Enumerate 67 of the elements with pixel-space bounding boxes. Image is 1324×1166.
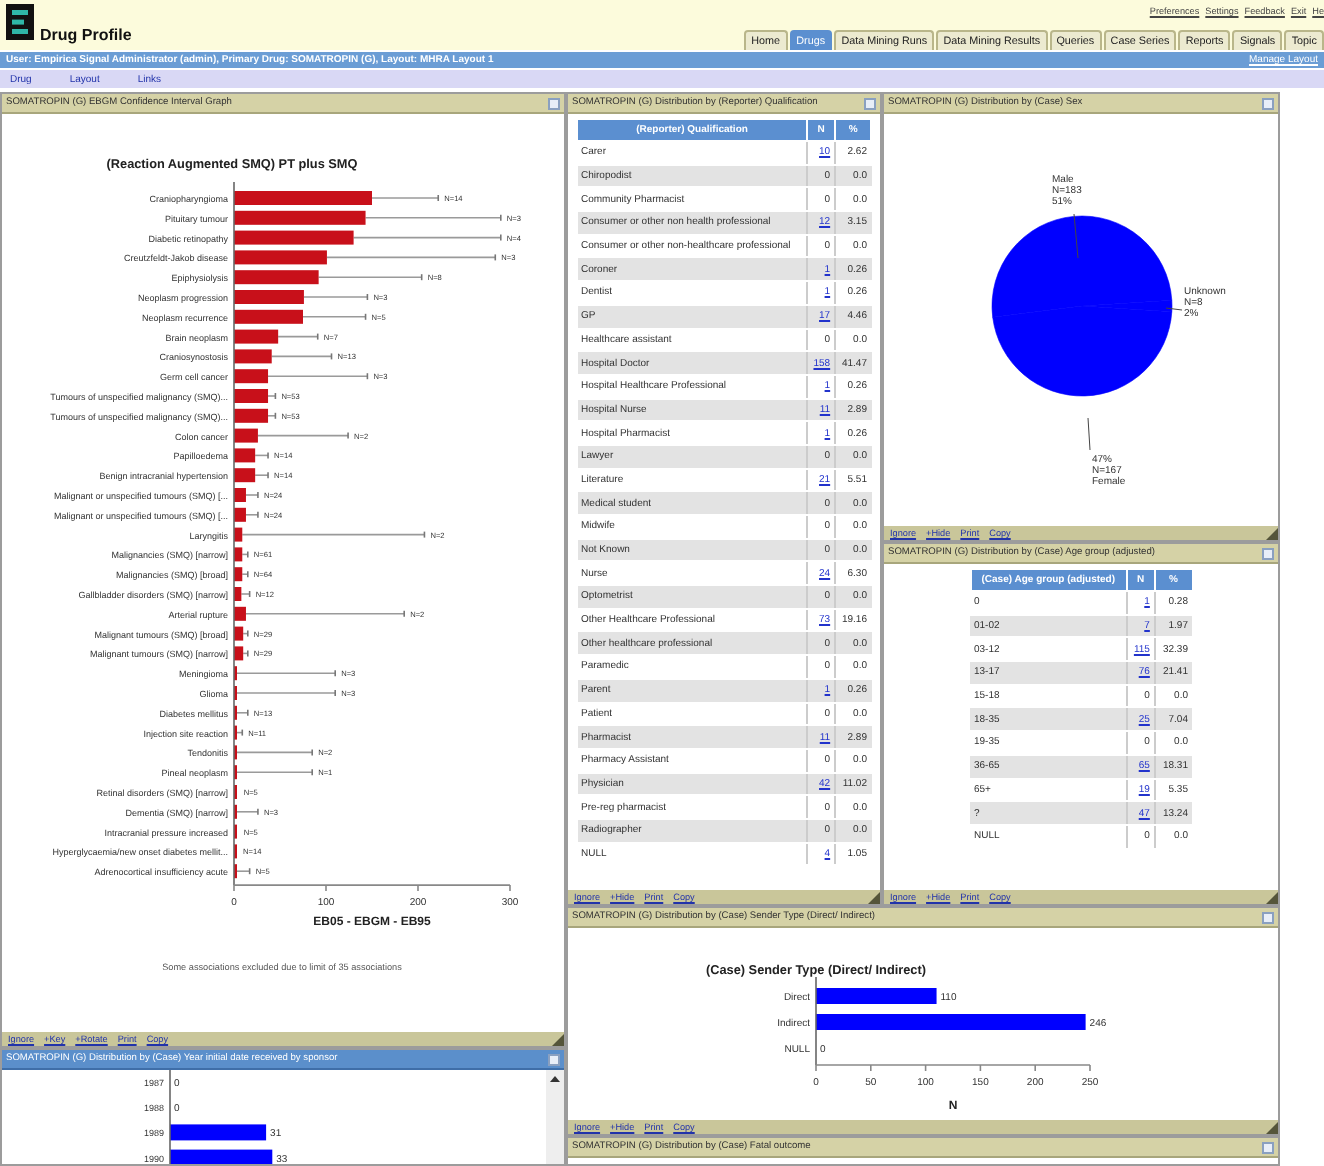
error-bar [241,570,249,578]
bar [234,309,303,324]
window-icon[interactable] [548,1053,560,1065]
bar [234,210,366,225]
error-bar [277,332,319,341]
error-bar [245,511,259,519]
bar [234,527,243,542]
error-bar [236,709,249,717]
bar [234,646,244,661]
error-bar [236,669,336,677]
error-bar [236,867,251,875]
error-bar [364,214,502,222]
bar [234,626,244,641]
error-bar [242,649,249,658]
bar [816,988,937,1004]
bar [234,270,319,285]
bar [170,1124,267,1141]
error-bar [302,313,367,321]
bar [234,448,256,463]
error-bar [254,471,269,479]
leader-line [1165,307,1183,311]
bar [234,191,372,205]
error-bar [371,194,440,202]
bar [234,547,243,562]
y-axis [815,976,817,1066]
error-bar [270,352,333,361]
bar [234,230,354,245]
error-bar [303,293,369,301]
error-bar [267,372,369,380]
logo-icon [6,4,34,40]
error-bar [240,590,251,598]
bar [234,369,269,384]
bar [234,606,246,621]
window-icon[interactable] [1262,911,1274,923]
error-bar [236,689,336,697]
error-bar [267,392,277,400]
error-bar [267,412,277,420]
bar [234,250,327,265]
bar [234,349,272,364]
bar [234,507,246,522]
app-title: Drug Profile [40,26,132,44]
bar [234,567,243,582]
leader-line [1073,213,1079,259]
window-icon[interactable] [1262,97,1274,109]
scrollbar [546,1070,564,1164]
error-bar [236,808,259,816]
leader-line [1087,417,1091,451]
error-bar [257,431,349,440]
window-icon[interactable] [1262,547,1274,559]
error-bar [245,491,259,499]
window-icon[interactable] [864,97,876,109]
error-bar [236,768,313,776]
bar [234,428,258,443]
bar [234,290,304,304]
y-axis [169,1070,171,1164]
bar [234,468,256,483]
bar [234,488,246,502]
error-bar [242,629,249,638]
bar [234,587,242,601]
window-icon[interactable] [548,97,560,109]
bar [234,389,269,403]
error-bar [236,748,313,757]
bar [170,1149,273,1164]
error-bar [317,273,423,281]
bar [234,329,279,344]
bar [234,408,269,423]
window-icon[interactable] [1262,1141,1274,1153]
